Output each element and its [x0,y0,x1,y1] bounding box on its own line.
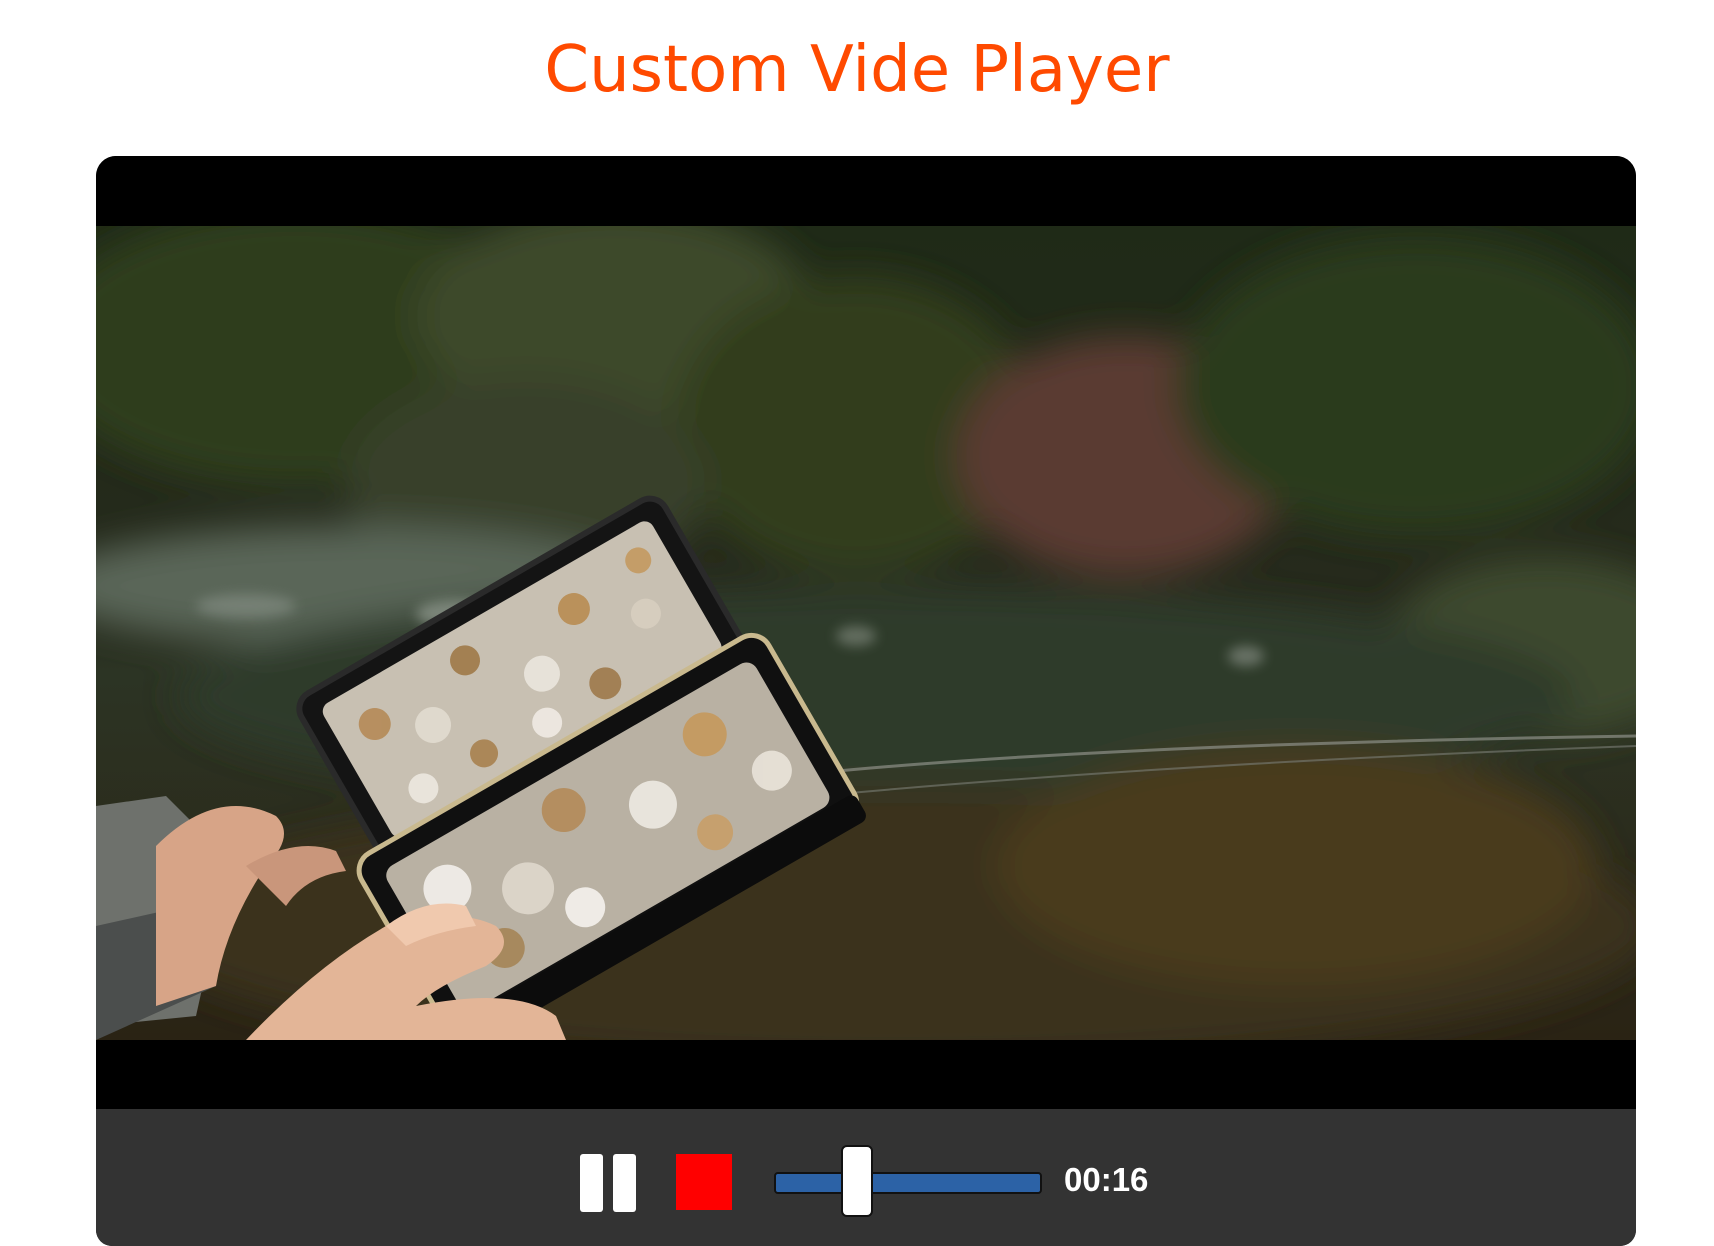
page-title: Custom Vide Player [544,33,1170,107]
stop-square-icon [676,1154,732,1210]
stop-button[interactable] [676,1154,732,1210]
seek-slider[interactable] [774,1145,1042,1221]
controls-bar: 00:16 [96,1109,1636,1246]
video-frame [96,226,1636,1040]
pause-button[interactable] [580,1154,636,1212]
video-player: 00:16 [96,156,1636,1246]
video-display[interactable] [96,156,1636,1109]
seek-thumb[interactable] [841,1145,874,1217]
time-display: 00:16 [1064,1161,1149,1198]
seek-track[interactable] [774,1172,1042,1194]
